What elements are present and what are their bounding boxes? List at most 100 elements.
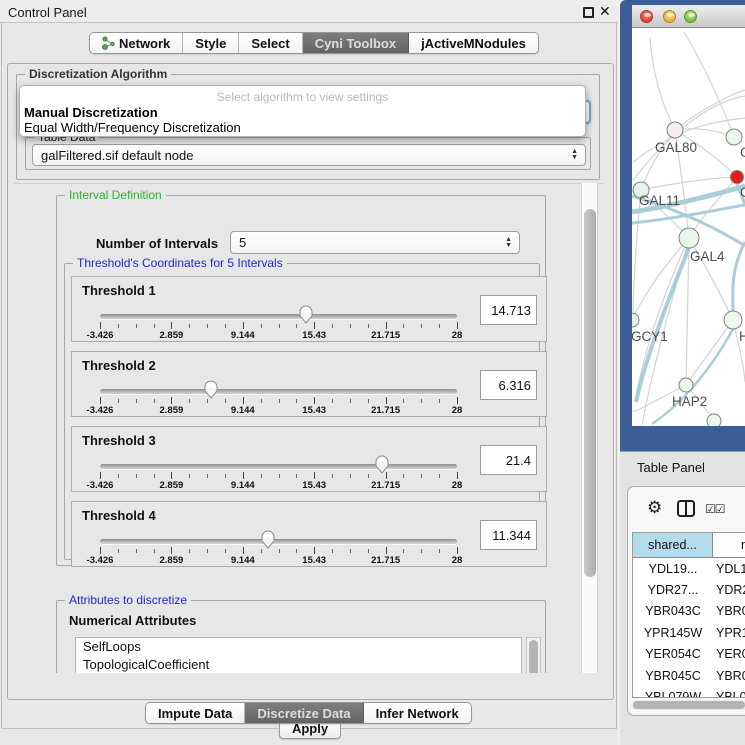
scrollbar-thumb[interactable] bbox=[529, 640, 538, 673]
table-row[interactable]: YBR043CYBR0 bbox=[633, 601, 745, 622]
column-layout-icon[interactable] bbox=[677, 500, 696, 518]
attribute-list-item[interactable]: TopologicalCoefficient bbox=[76, 656, 521, 673]
network-node-label: GAL4 bbox=[690, 249, 725, 264]
table-row[interactable]: YDR27...YDR2 bbox=[633, 579, 745, 600]
gear-icon[interactable]: ⚙ bbox=[647, 498, 662, 518]
table-data-value: galFiltered.sif default node bbox=[41, 148, 193, 163]
table-row[interactable]: YDL19...YDL1 bbox=[633, 558, 745, 579]
node-table[interactable]: shared... n YDL19...YDL1YDR27...YDR2YBR0… bbox=[632, 532, 745, 698]
network-node[interactable] bbox=[724, 311, 742, 329]
threshold-value-field[interactable]: 11.344 bbox=[480, 520, 537, 550]
cell-name[interactable]: YPR1 bbox=[713, 626, 745, 640]
network-window: GAL80GGAL11CGAL4GCY1HHAP2 bbox=[620, 0, 745, 451]
table-header-row: shared... n bbox=[633, 533, 745, 558]
mac-close-icon[interactable] bbox=[640, 10, 653, 23]
number-of-intervals-combobox[interactable]: 5 ▲▼ bbox=[230, 231, 520, 254]
slider-track[interactable] bbox=[100, 314, 457, 319]
table-data-combobox[interactable]: galFiltered.sif default node ▲▼ bbox=[32, 144, 586, 166]
slider-track[interactable] bbox=[100, 464, 457, 469]
table-row[interactable]: YBL079WYBL0 bbox=[633, 686, 745, 698]
close-icon[interactable]: ✕ bbox=[599, 3, 611, 20]
cell-shared-name[interactable]: YER054C bbox=[633, 647, 713, 661]
tab-network[interactable]: Network bbox=[90, 33, 183, 53]
tab-infer-network[interactable]: Infer Network bbox=[364, 703, 471, 723]
cell-name[interactable]: YBL0 bbox=[713, 690, 745, 698]
mac-minimize-icon[interactable] bbox=[663, 10, 676, 23]
network-node[interactable] bbox=[707, 414, 721, 426]
tab-impute-data[interactable]: Impute Data bbox=[146, 703, 245, 723]
network-inner-window: GAL80GGAL11CGAL4GCY1HHAP2 bbox=[632, 5, 745, 426]
cell-shared-name[interactable]: YBL079W bbox=[633, 690, 713, 698]
slider-tick-labels: -3.4262.8599.14415.4321.71528 bbox=[100, 555, 457, 566]
slider-track[interactable] bbox=[100, 389, 457, 394]
algorithm-option-manual[interactable]: Manual Discretization bbox=[24, 105, 158, 120]
settings-vertical-scrollbar[interactable] bbox=[581, 183, 598, 673]
algorithm-option-equal-width[interactable]: Equal Width/Frequency Discretization bbox=[24, 120, 241, 135]
table-panel: ⚙ ☑☑ shared... n YDL19...YDL1YDR27...YDR… bbox=[620, 481, 745, 745]
network-node[interactable] bbox=[679, 228, 699, 248]
threshold-value-field[interactable]: 21.4 bbox=[480, 445, 537, 475]
column-header-name[interactable]: n bbox=[713, 533, 745, 557]
combo-arrows-icon: ▲▼ bbox=[505, 237, 512, 249]
threshold-panel: Threshold 1 -3.4262.8599.14415.4321.7152… bbox=[71, 276, 547, 342]
settings-scroll-viewport: Interval Definition Number of Intervals … bbox=[14, 183, 603, 673]
float-window-icon[interactable] bbox=[583, 7, 594, 18]
threshold-value-field[interactable]: 6.316 bbox=[480, 370, 537, 400]
cell-shared-name[interactable]: YDR27... bbox=[633, 583, 713, 597]
column-header-shared-name[interactable]: shared... bbox=[633, 533, 713, 557]
cell-name[interactable]: YER0 bbox=[713, 647, 745, 661]
network-node[interactable] bbox=[726, 129, 742, 145]
scrollbar-thumb[interactable] bbox=[633, 701, 745, 709]
table-rows: YDL19...YDL1YDR27...YDR2YBR043CYBR0YPR14… bbox=[633, 558, 745, 698]
tab-cyni-toolbox[interactable]: Cyni Toolbox bbox=[303, 33, 409, 53]
network-node[interactable] bbox=[632, 313, 639, 327]
select-columns-icons[interactable]: ☑☑ bbox=[705, 502, 725, 516]
control-panel: Control Panel ✕ Network Style Select Cyn… bbox=[0, 0, 618, 745]
number-of-intervals-value: 5 bbox=[239, 235, 246, 250]
panel-title: Control Panel bbox=[8, 5, 87, 20]
combo-arrows-icon: ▲▼ bbox=[571, 149, 578, 161]
threshold-slider[interactable]: -3.4262.8599.14415.4321.71528 bbox=[100, 427, 457, 493]
slider-track[interactable] bbox=[100, 539, 457, 544]
network-node-label: GCY1 bbox=[632, 329, 668, 344]
interval-definition-group: Interval Definition Number of Intervals … bbox=[56, 195, 546, 566]
table-row[interactable]: YER054CYER0 bbox=[633, 644, 745, 665]
control-panel-titlebar: Control Panel ✕ bbox=[0, 0, 618, 23]
table-row[interactable]: YPR145WYPR1 bbox=[633, 622, 745, 643]
tab-discretize-data[interactable]: Discretize Data bbox=[245, 703, 363, 723]
cell-name[interactable]: YDR2 bbox=[713, 583, 745, 597]
cell-shared-name[interactable]: YBR043C bbox=[633, 604, 713, 618]
cell-name[interactable]: YBR0 bbox=[713, 604, 745, 618]
cell-name[interactable]: YBR0 bbox=[713, 669, 745, 683]
network-node[interactable] bbox=[731, 171, 744, 184]
cell-shared-name[interactable]: YPR145W bbox=[633, 626, 713, 640]
attributes-list-scrollbar[interactable] bbox=[526, 637, 541, 673]
thresholds-list: Threshold 1 -3.4262.8599.14415.4321.7152… bbox=[58, 276, 547, 576]
threshold-panel: Threshold 4 -3.4262.8599.14415.4321.7152… bbox=[71, 501, 547, 567]
thresholds-group: Threshold's Coordinates for 5 Intervals … bbox=[64, 263, 540, 560]
table-panel-box: ⚙ ☑☑ shared... n YDL19...YDL1YDR27...YDR… bbox=[627, 486, 745, 716]
network-node[interactable] bbox=[679, 378, 693, 392]
attribute-list-item[interactable]: SelfLoops bbox=[76, 638, 521, 656]
slider-tick-labels: -3.4262.8599.14415.4321.71528 bbox=[100, 480, 457, 491]
cell-name[interactable]: YDL1 bbox=[713, 562, 745, 576]
scrollbar-thumb[interactable] bbox=[584, 209, 596, 577]
network-node[interactable] bbox=[667, 122, 683, 138]
threshold-value-field[interactable]: 14.713 bbox=[480, 295, 537, 325]
cell-shared-name[interactable]: YBR045C bbox=[633, 669, 713, 683]
network-canvas[interactable]: GAL80GGAL11CGAL4GCY1HHAP2 bbox=[632, 28, 745, 426]
network-window-titlebar bbox=[632, 5, 745, 28]
threshold-slider[interactable]: -3.4262.8599.14415.4321.71528 bbox=[100, 277, 457, 343]
table-horizontal-scrollbar[interactable] bbox=[631, 700, 745, 710]
network-node-label: G bbox=[740, 145, 745, 160]
table-row[interactable]: YBR045CYBR0 bbox=[633, 665, 745, 686]
cell-shared-name[interactable]: YDL19... bbox=[633, 562, 713, 576]
tab-style[interactable]: Style bbox=[183, 33, 239, 53]
threshold-slider[interactable]: -3.4262.8599.14415.4321.71528 bbox=[100, 502, 457, 568]
tab-jactivemnodules[interactable]: jActiveMNodules bbox=[409, 33, 538, 53]
numerical-attributes-list[interactable]: SelfLoopsTopologicalCoefficientBetweenne… bbox=[75, 637, 522, 673]
threshold-slider[interactable]: -3.4262.8599.14415.4321.71528 bbox=[100, 352, 457, 418]
mac-zoom-icon[interactable] bbox=[684, 10, 697, 23]
tab-select[interactable]: Select bbox=[239, 33, 302, 53]
thresholds-group-title: Threshold's Coordinates for 5 Intervals bbox=[73, 256, 287, 270]
